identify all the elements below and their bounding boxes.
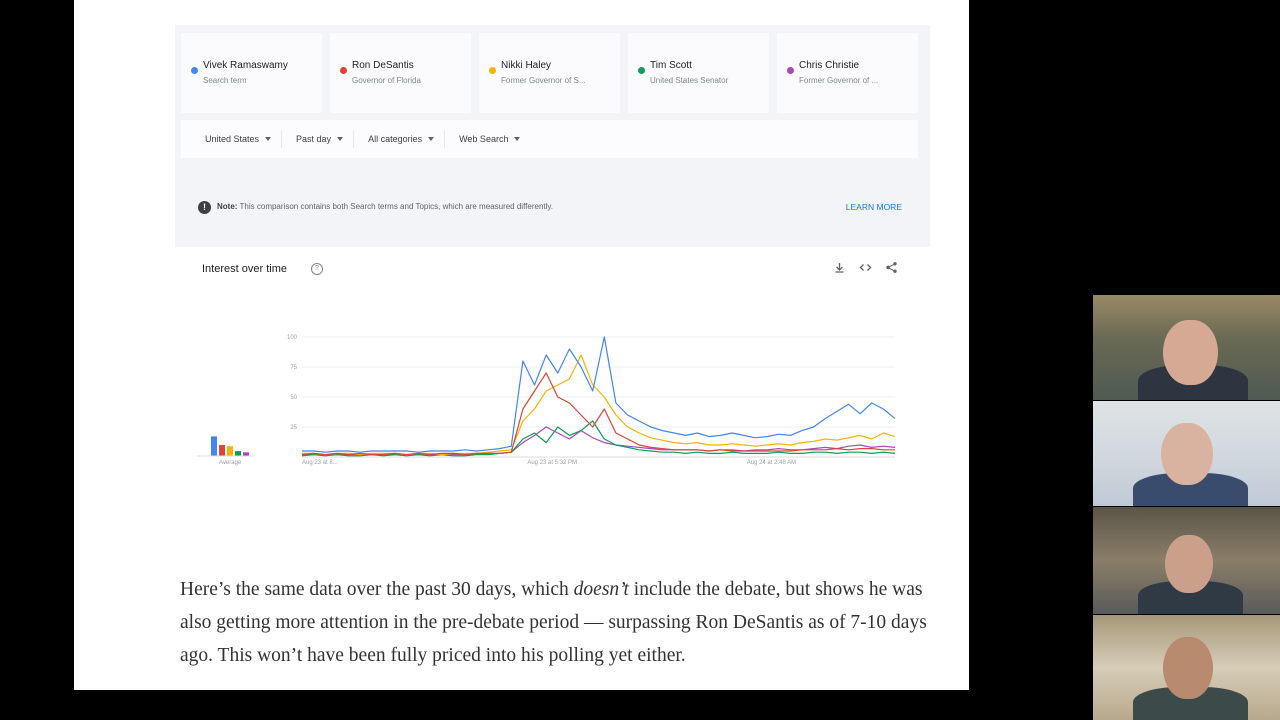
note-label: Note: (217, 202, 238, 211)
average-bar (219, 444, 225, 456)
term-card-vivek[interactable]: Vivek Ramaswamy Search term (181, 33, 322, 113)
caret-down-icon (337, 137, 344, 141)
term-name: Vivek Ramaswamy (203, 60, 288, 71)
participant-face (1161, 423, 1213, 485)
term-subtitle: Former Governor of S... (501, 76, 586, 85)
series-line (301, 420, 896, 457)
caret-down-icon (428, 137, 435, 141)
video-tile-1 (1093, 295, 1280, 400)
help-circle-icon[interactable]: ? (311, 263, 323, 275)
filter-time-dropdown[interactable]: Past day (286, 130, 355, 148)
share-icon[interactable] (885, 261, 898, 274)
compare-terms-bar: Vivek Ramaswamy Search term Ron DeSantis… (181, 33, 918, 113)
average-bar (227, 446, 233, 456)
filter-label: All categories (368, 134, 423, 144)
series-color-dot (191, 67, 198, 74)
participant-face (1163, 320, 1218, 385)
term-name: Chris Christie (799, 60, 860, 71)
video-tile-2 (1093, 401, 1280, 506)
participant-face (1163, 637, 1213, 699)
note-body: This comparison contains both Search ter… (239, 202, 554, 211)
y-tick-label: 75 (290, 365, 297, 371)
interest-over-time-card: Interest over time ? 100 75 50 25 Aug 23 at … (175, 247, 930, 520)
filter-label: Past day (296, 134, 332, 144)
series-line (301, 372, 895, 456)
series-line (302, 354, 896, 456)
filter-bar: United States Past day All categories We… (181, 120, 918, 158)
participant-face (1165, 535, 1213, 593)
filter-search-type-dropdown[interactable]: Web Search (449, 130, 530, 148)
article-paragraph: Here’s the same data over the past 30 da… (180, 573, 940, 673)
term-subtitle: Former Governor of ... (799, 76, 879, 85)
comparison-note: ! Note: This comparison contains both Se… (175, 192, 930, 224)
caret-down-icon (514, 137, 521, 141)
google-trends-embed: Vivek Ramaswamy Search term Ron DeSantis… (175, 25, 930, 520)
average-bar (211, 436, 217, 456)
term-card-desantis[interactable]: Ron DeSantis Governor of Florida (330, 33, 471, 113)
term-card-haley[interactable]: Nikki Haley Former Governor of S... (479, 33, 620, 113)
series-color-dot (489, 67, 496, 74)
note-text: Note: This comparison contains both Sear… (217, 202, 553, 211)
average-bar (235, 451, 241, 456)
learn-more-link[interactable]: LEARN MORE (846, 202, 902, 212)
series-line (302, 426, 896, 456)
filter-label: United States (205, 134, 260, 144)
term-name: Tim Scott (650, 60, 692, 71)
filter-region-dropdown[interactable]: United States (195, 130, 283, 148)
term-card-christie[interactable]: Chris Christie Former Governor of ... (777, 33, 918, 113)
filter-label: Web Search (459, 134, 509, 144)
interest-chart: 100 75 50 25 Aug 23 at 8... Aug 23 at 5:32 PM… (197, 335, 896, 466)
term-name: Nikki Haley (501, 60, 552, 71)
article-emphasis: doesn’t (573, 578, 629, 600)
caret-down-icon (265, 137, 272, 141)
card-tools (833, 261, 898, 274)
series-color-dot (787, 67, 794, 74)
video-tile-3 (1093, 507, 1280, 614)
y-tick-label: 50 (290, 395, 297, 401)
filter-category-dropdown[interactable]: All categories (358, 130, 446, 148)
series-line (302, 336, 896, 453)
series-color-dot (638, 67, 645, 74)
y-tick-label: 100 (287, 335, 298, 341)
alert-icon: ! (198, 201, 211, 214)
term-subtitle: United States Senator (650, 76, 729, 85)
term-card-scott[interactable]: Tim Scott United States Senator (628, 33, 769, 113)
term-name: Ron DeSantis (352, 60, 414, 71)
video-tile-4 (1093, 615, 1280, 720)
article-page: Vivek Ramaswamy Search term Ron DeSantis… (74, 0, 969, 690)
article-text-1: Here’s the same data over the past 30 da… (180, 578, 574, 600)
embed-code-icon[interactable] (859, 261, 872, 274)
x-tick-label: Aug 23 at 8... (302, 460, 338, 466)
card-title: Interest over time (202, 263, 287, 275)
average-bar (243, 452, 249, 456)
download-icon[interactable] (833, 261, 846, 274)
term-subtitle: Search term (203, 76, 247, 85)
term-subtitle: Governor of Florida (352, 76, 421, 85)
x-tick-label: Aug 23 at 5:32 PM (527, 460, 577, 466)
average-label: Average (219, 460, 242, 466)
y-tick-label: 25 (290, 425, 297, 431)
x-tick-label: Aug 24 at 2:48 AM (747, 460, 796, 466)
series-color-dot (340, 67, 347, 74)
